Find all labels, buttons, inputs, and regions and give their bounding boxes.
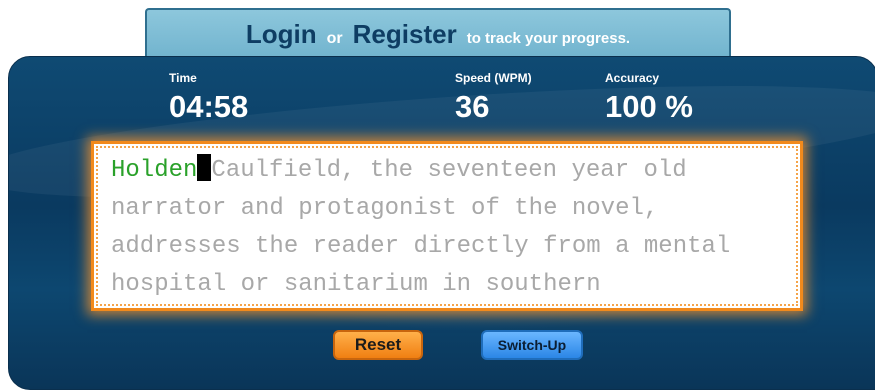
time-value: 04:58	[169, 89, 249, 124]
auth-separator: or	[326, 30, 343, 47]
typing-test-widget: Login or Register to track your progress. T…	[0, 0, 875, 390]
auth-tagline: to track your progress.	[466, 30, 631, 47]
time-label: Time	[169, 71, 197, 85]
switch-up-button[interactable]: Switch-Up	[481, 330, 583, 360]
text-cursor	[197, 154, 212, 181]
typing-text-area[interactable]: Holden Caulfield, the seventeen year old …	[91, 141, 803, 311]
typed-text: Holden	[111, 157, 198, 184]
time-stat: Time 04:58	[169, 71, 248, 125]
accuracy-value: 100 %	[605, 89, 693, 124]
accuracy-label: Accuracy	[605, 71, 660, 85]
speed-label: Speed (WPM)	[455, 71, 532, 85]
speed-value: 36	[455, 89, 490, 124]
login-link[interactable]: Login	[246, 19, 317, 49]
register-link[interactable]: Register	[353, 19, 457, 49]
reset-button[interactable]: Reset	[333, 330, 423, 360]
typing-panel: Time 04:58 Speed (WPM) 36 Accuracy 100 %…	[8, 56, 875, 390]
speed-stat: Speed (WPM) 36	[455, 71, 532, 125]
auth-banner: Login or Register to track your progress.	[145, 8, 731, 62]
accuracy-stat: Accuracy 100 %	[605, 71, 693, 125]
